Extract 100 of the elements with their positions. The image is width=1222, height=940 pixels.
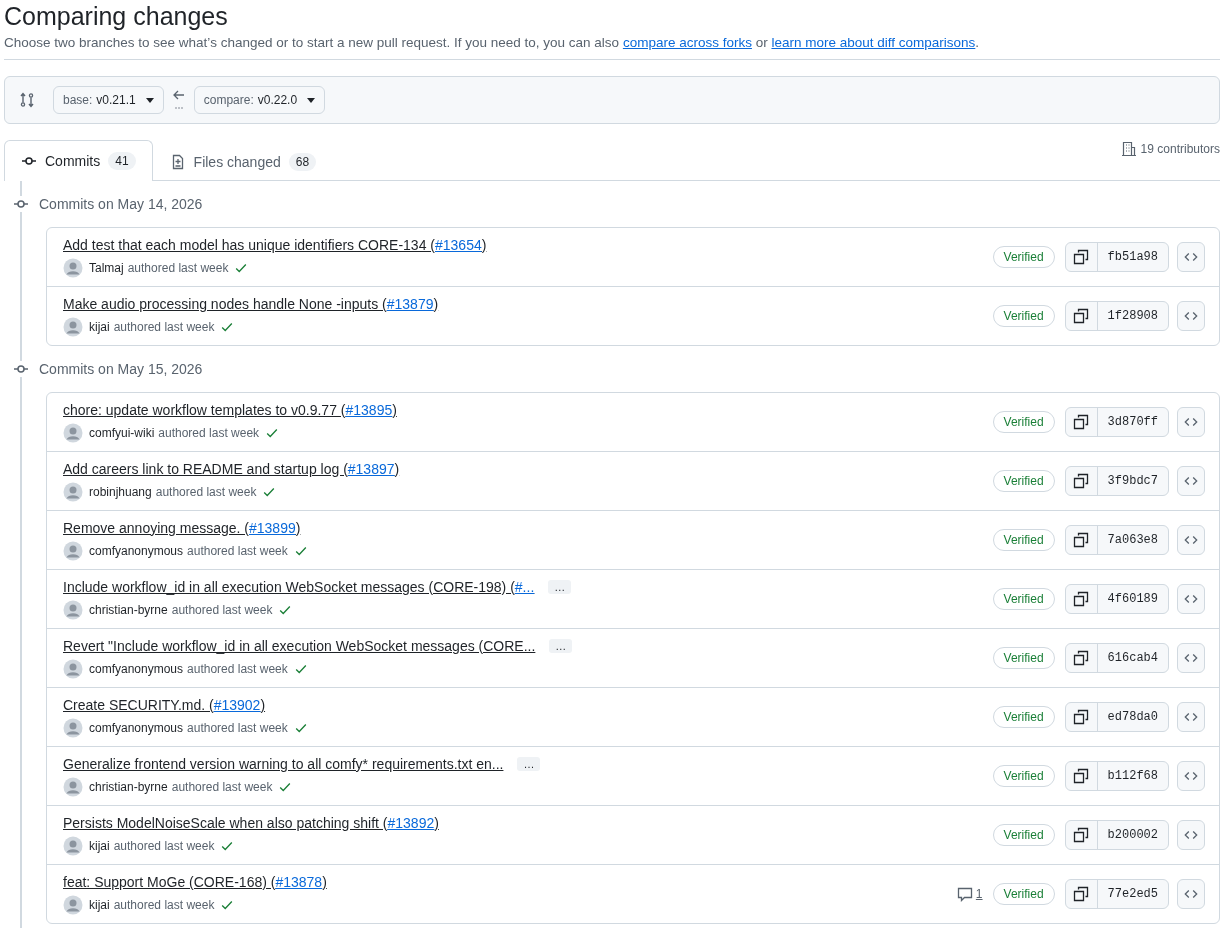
commit-time: authored last week <box>113 838 215 853</box>
commit-time: authored last week <box>155 484 257 499</box>
commit-time: authored last week <box>158 425 260 440</box>
author-name[interactable]: comfyanonymous <box>89 543 184 558</box>
date-heading: Commits on May 14, 2026 <box>39 196 203 212</box>
commit-time: authored last week <box>113 319 215 334</box>
author-name[interactable]: Talmaj <box>89 260 124 275</box>
commit-title[interactable]: Persists ModelNoiseScale when also patching shift (#13892) <box>63 814 439 831</box>
commit-time: authored last week <box>171 602 273 617</box>
browse-code-button[interactable] <box>1177 584 1205 614</box>
compare-branch-dropdown[interactable]: compare: v0.22.0 <box>193 86 326 114</box>
code-icon <box>1184 828 1198 842</box>
tab[interactable]: Commits 41 <box>4 140 153 181</box>
pull-request-link[interactable]: #13879 <box>386 295 434 312</box>
page-description: Choose two branches to see what’s changed or to start a new pull request. If you need to, you can also compare across forks or learn more about diff comparisons. <box>4 35 1220 60</box>
copy-icon <box>1073 414 1090 430</box>
browse-code-button[interactable] <box>1177 820 1205 850</box>
copy-icon <box>1073 532 1090 548</box>
copy-icon <box>1073 768 1090 784</box>
author-name[interactable]: kijai <box>89 897 110 912</box>
code-icon <box>1184 250 1198 264</box>
commit-time: authored last week <box>127 260 229 275</box>
date-heading: Commits on May 15, 2026 <box>39 361 203 377</box>
avatar-icon[interactable] <box>63 540 83 561</box>
expand-button[interactable]: … <box>517 756 541 771</box>
avatar-icon[interactable] <box>63 481 83 502</box>
copy-icon <box>1073 709 1090 725</box>
browse-code-button[interactable] <box>1177 879 1205 909</box>
comment-icon <box>956 886 973 902</box>
author-name[interactable]: kijai <box>89 319 110 334</box>
browse-code-button[interactable] <box>1177 407 1205 437</box>
pull-request-link[interactable]: #13654 <box>435 236 482 253</box>
avatar-icon[interactable] <box>63 316 83 337</box>
commit-title[interactable]: feat: Support MoGe (CORE-168) (#13878) <box>63 873 327 890</box>
browse-code-button[interactable] <box>1177 242 1205 272</box>
expand-button[interactable]: … <box>548 579 572 594</box>
author-name[interactable]: christian-byrne <box>89 779 168 794</box>
caret-icon <box>307 97 316 103</box>
building-icon <box>1120 141 1137 157</box>
author-name[interactable]: christian-byrne <box>89 602 168 617</box>
code-icon <box>1184 533 1198 547</box>
author-name[interactable]: comfyui-wiki <box>89 425 155 440</box>
browse-code-button[interactable] <box>1177 525 1205 555</box>
tab-counter: 68 <box>288 152 317 171</box>
copy-icon <box>1073 473 1090 489</box>
browse-code-button[interactable] <box>1177 466 1205 496</box>
copy-icon <box>1073 591 1090 607</box>
arrow-left-icon <box>171 89 186 111</box>
browse-code-button[interactable] <box>1177 643 1205 673</box>
author-name[interactable]: comfyanonymous <box>89 661 184 676</box>
commit-title[interactable]: Add test that each model has unique identifiers CORE-134 (#13654) <box>63 236 487 253</box>
avatar-icon[interactable] <box>63 835 83 856</box>
pull-request-link[interactable]: #13899 <box>249 519 296 536</box>
tab[interactable]: Files changed 68 <box>152 141 334 181</box>
commit-title[interactable]: Remove annoying message. (#13899) <box>63 519 301 536</box>
contributors-link[interactable]: 19 contributors <box>1140 142 1220 156</box>
avatar-icon[interactable] <box>63 717 83 738</box>
commit-title[interactable]: Include workflow_id in all execution WebSocket messages (CORE-198) (#... <box>63 578 535 595</box>
browse-code-button[interactable] <box>1177 301 1205 331</box>
code-icon <box>1184 651 1198 665</box>
commit-title[interactable]: Create SECURITY.md. (#13902) <box>63 696 266 713</box>
avatar-icon[interactable] <box>63 776 83 797</box>
code-icon <box>1184 592 1198 606</box>
commit-title[interactable]: chore: update workflow templates to v0.9.77 (#13895) <box>63 401 397 418</box>
author-name[interactable]: robinjhuang <box>89 484 152 499</box>
copy-icon <box>1073 827 1090 843</box>
copy-icon <box>1073 249 1090 265</box>
swap-icon[interactable] <box>19 92 35 108</box>
code-icon <box>1184 887 1198 901</box>
browse-code-button[interactable] <box>1177 761 1205 791</box>
avatar-icon[interactable] <box>63 658 83 679</box>
commit-title[interactable]: Generalize frontend version warning to all comfy* requirements.txt en... <box>63 755 504 772</box>
page-title: Comparing changes <box>4 2 229 31</box>
caret-icon <box>145 97 154 103</box>
author-name[interactable]: kijai <box>89 838 110 853</box>
code-icon <box>1184 474 1198 488</box>
copy-icon <box>1073 886 1090 902</box>
commit-title[interactable]: Add careers link to README and startup log (#13897) <box>63 460 400 477</box>
commit-time: authored last week <box>187 720 288 735</box>
base-branch-dropdown[interactable]: base: v0.21.1 <box>53 86 164 114</box>
expand-button[interactable]: … <box>549 638 573 653</box>
author-name[interactable]: comfyanonymous <box>89 720 184 735</box>
avatar-icon[interactable] <box>63 599 83 620</box>
copy-icon <box>1073 650 1090 666</box>
commit-time: authored last week <box>187 661 288 676</box>
code-icon <box>1184 769 1198 783</box>
commit-title[interactable]: Make audio processing nodes handle None -inputs (#13879) <box>63 295 439 312</box>
commit-time: authored last week <box>171 779 273 794</box>
commit-title[interactable]: Revert "Include workflow_id in all execution WebSocket messages (CORE... <box>63 637 536 654</box>
copy-icon <box>1073 308 1090 324</box>
commit-time: authored last week <box>187 543 288 558</box>
code-icon <box>1184 309 1198 323</box>
browse-code-button[interactable] <box>1177 702 1205 732</box>
comment-count-link[interactable]: 1 <box>956 886 983 902</box>
tab-counter: 41 <box>108 152 136 170</box>
pull-request-link[interactable]: #13902 <box>213 696 261 713</box>
compare-forks-link[interactable]: compare across forks <box>622 35 752 50</box>
avatar-icon[interactable] <box>63 422 83 443</box>
avatar-icon[interactable] <box>63 894 83 915</box>
avatar-icon[interactable] <box>63 257 83 278</box>
